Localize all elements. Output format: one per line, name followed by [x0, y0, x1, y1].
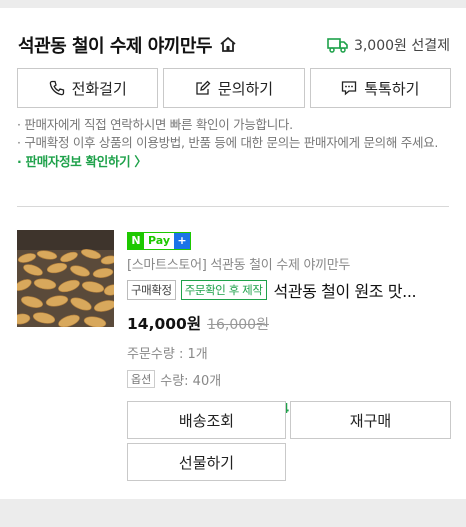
phone-icon: [49, 80, 64, 96]
option-value: 수량: 40개: [160, 373, 222, 389]
home-icon[interactable]: [218, 35, 238, 55]
note-line: · 구매확정 이후 상품의 이용방법, 반품 등에 대한 문의는 판매자에게 문…: [17, 135, 439, 150]
purchase-confirmed-tag: 구매확정: [127, 279, 176, 300]
store-name[interactable]: 석관동 철이 수제 야끼만두: [18, 32, 212, 58]
call-button[interactable]: 전화걸기: [17, 68, 159, 108]
contact-button-row: 전화걸기 문의하기 톡톡하기: [17, 68, 451, 108]
npay-pay: Pay: [148, 234, 171, 247]
inquiry-button-label: 문의하기: [217, 79, 274, 98]
sale-price: 14,000원: [127, 314, 202, 333]
note-line: · 판매자에게 직접 연락하시면 빠른 확인이 가능합니다.: [17, 117, 293, 132]
bottom-gap: [0, 499, 466, 527]
seller-notes: · 판매자에게 직접 연락하시면 빠른 확인이 가능합니다. · 구매확정 이후…: [17, 116, 449, 171]
product-title-line: 구매확정 주문확인 후 제작 석관동 철이 원조 맛...: [127, 278, 452, 302]
reorder-button[interactable]: 재구매: [290, 401, 451, 439]
talk-button-label: 톡톡하기: [364, 79, 420, 98]
divider: [17, 206, 449, 207]
made-to-order-tag: 주문확인 후 제작: [180, 279, 267, 300]
npay-badge: N Pay +: [127, 231, 192, 250]
order-quantity: 주문수량 : 1개: [127, 346, 208, 362]
product-image[interactable]: [17, 230, 114, 327]
option-tag: 옵션: [127, 370, 156, 388]
inquiry-button[interactable]: 문의하기: [163, 68, 305, 108]
talk-button[interactable]: 톡톡하기: [309, 68, 451, 108]
chat-icon: [342, 81, 357, 96]
product-name[interactable]: 석관동 철이 원조 맛...: [274, 278, 434, 302]
edit-icon: [196, 80, 211, 95]
shipping-label: 3,000원 선결제: [353, 38, 450, 54]
store-line[interactable]: [스마트스토어] 석관동 철이 수제 야끼만두: [127, 254, 452, 273]
order-card: 석관동 철이 수제 야끼만두 3,000원 선결제 전화걸기 문의하기 톡톡하기…: [0, 8, 466, 499]
option-line: 옵션 수량: 40개: [127, 370, 452, 389]
price-line: 14,000원 16,000원: [127, 312, 452, 334]
original-price: 16,000원: [207, 316, 269, 333]
npay-plus: +: [174, 232, 191, 249]
shipping-fee: 3,000원 선결제: [327, 35, 450, 55]
seller-info-link[interactable]: · 판매자정보 확인하기 〉: [17, 153, 449, 171]
track-delivery-button[interactable]: 배송조회: [127, 401, 286, 439]
npay-n: N: [128, 232, 144, 249]
gift-button[interactable]: 선물하기: [127, 443, 286, 481]
truck-icon: [327, 38, 348, 53]
call-button-label: 전화걸기: [71, 79, 127, 98]
store-header: 석관동 철이 수제 야끼만두 3,000원 선결제: [18, 30, 450, 60]
dumpling-photo: [17, 230, 114, 327]
order-info: N Pay + [스마트스토어] 석관동 철이 수제 야끼만두 구매확정 주문확…: [127, 229, 452, 417]
